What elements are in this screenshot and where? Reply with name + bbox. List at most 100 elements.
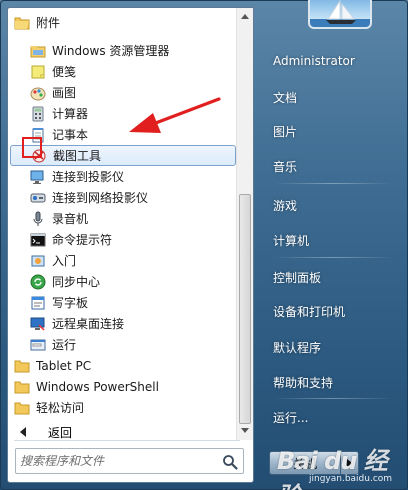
shutdown-options-button[interactable] xyxy=(341,451,359,475)
program-label: 连接到投影仪 xyxy=(52,170,125,184)
program-list: 附件 Windows 资源管理器 便笺 画图 计算器 记事本 截图工具 连接到投… xyxy=(8,8,236,440)
user-picture[interactable] xyxy=(308,0,372,29)
program-label: 入门 xyxy=(52,254,77,268)
program-item-sync-center[interactable]: 同步中心 xyxy=(10,271,236,292)
folder-icon xyxy=(14,400,30,416)
program-list-scrollbar[interactable] xyxy=(236,8,253,440)
back-button[interactable]: 返回 xyxy=(16,422,196,440)
right-item-label: 帮助和支持 xyxy=(273,375,334,390)
user-name: Administrator xyxy=(273,54,355,68)
watermark-url: jingyan.baidu.com xyxy=(309,474,393,484)
microphone-icon xyxy=(30,211,46,227)
divider xyxy=(14,440,240,441)
folder-open-icon xyxy=(14,15,30,31)
scroll-up-icon[interactable] xyxy=(241,14,249,19)
right-item-label: 运行... xyxy=(273,410,309,425)
right-item-music[interactable]: 音乐 xyxy=(265,153,400,179)
right-item-computer[interactable]: 计算机 xyxy=(265,227,400,253)
right-item-label: 文档 xyxy=(273,90,298,105)
search-input[interactable] xyxy=(20,452,216,470)
program-label: 同步中心 xyxy=(52,275,101,289)
folder-icon xyxy=(14,358,30,374)
program-item-network-projector[interactable]: 连接到网络投影仪 xyxy=(10,187,236,208)
run-icon xyxy=(30,337,46,353)
shutdown-label: 关机 xyxy=(292,456,317,471)
sticky-notes-icon xyxy=(30,64,46,80)
scroll-down-icon[interactable] xyxy=(241,428,249,433)
right-item-pictures[interactable]: 图片 xyxy=(265,118,400,144)
shutdown-button[interactable]: 关机 xyxy=(269,451,341,475)
search-box[interactable] xyxy=(15,448,244,474)
program-label: Windows PowerShell xyxy=(36,379,159,394)
right-item-help-support[interactable]: 帮助和支持 xyxy=(265,369,400,395)
program-label: Windows 资源管理器 xyxy=(52,44,170,58)
right-item-run[interactable]: 运行... xyxy=(265,404,400,430)
program-item-sticky-notes[interactable]: 便笺 xyxy=(10,61,236,82)
program-label: 写字板 xyxy=(52,296,89,310)
highlight-box xyxy=(22,137,42,158)
start-menu: 附件 Windows 资源管理器 便笺 画图 计算器 记事本 截图工具 连接到投… xyxy=(0,0,408,490)
program-label: 计算器 xyxy=(52,107,89,121)
program-label: 命令提示符 xyxy=(52,233,113,247)
right-item-label: 默认程序 xyxy=(273,340,322,355)
back-label: 返回 xyxy=(48,425,73,440)
sailboat-icon xyxy=(310,0,370,27)
folder-windows-powershell[interactable]: Windows PowerShell xyxy=(10,376,236,397)
program-label: Tablet PC xyxy=(36,358,92,373)
right-item-label: 游戏 xyxy=(273,198,298,213)
scroll-thumb[interactable] xyxy=(239,194,251,424)
program-label: 运行 xyxy=(52,338,77,352)
program-item-sound-recorder[interactable]: 录音机 xyxy=(10,208,236,229)
right-item-label: 控制面板 xyxy=(273,270,322,285)
calculator-icon xyxy=(30,106,46,122)
program-item-remote-desktop[interactable]: 远程桌面连接 xyxy=(10,313,236,334)
network-projector-icon xyxy=(30,190,46,206)
program-item-projector[interactable]: 连接到投影仪 xyxy=(10,166,236,187)
right-item-label: 设备和打印机 xyxy=(273,304,346,319)
command-prompt-icon xyxy=(30,232,46,248)
program-item-wordpad[interactable]: 写字板 xyxy=(10,292,236,313)
user-name-link[interactable]: Administrator xyxy=(265,48,400,74)
projector-icon xyxy=(30,169,46,185)
program-item-run[interactable]: 运行 xyxy=(10,334,236,355)
program-label: 远程桌面连接 xyxy=(52,317,125,331)
program-item-getting-started[interactable]: 入门 xyxy=(10,250,236,271)
right-item-label: 计算机 xyxy=(273,233,310,248)
program-item-calculator[interactable]: 计算器 xyxy=(10,103,236,124)
programs-pane: 附件 Windows 资源管理器 便笺 画图 计算器 记事本 截图工具 连接到投… xyxy=(7,7,254,483)
program-label: 便笺 xyxy=(52,65,77,79)
program-item-snipping-tool[interactable]: 截图工具 xyxy=(10,145,236,166)
folder-accessories[interactable]: 附件 xyxy=(10,12,236,33)
search-icon[interactable] xyxy=(221,453,239,471)
right-separator xyxy=(273,257,393,258)
right-item-default-programs[interactable]: 默认程序 xyxy=(265,334,400,360)
right-separator xyxy=(273,183,393,184)
program-label: 记事本 xyxy=(52,128,89,142)
folder-label: 附件 xyxy=(36,16,61,30)
wordpad-icon xyxy=(30,295,46,311)
sync-center-icon xyxy=(30,274,46,290)
folder-ease-of-access[interactable]: 轻松访问 xyxy=(10,397,236,418)
program-item-explorer[interactable]: Windows 资源管理器 xyxy=(10,40,236,61)
back-arrow-icon xyxy=(20,427,26,437)
right-item-games[interactable]: 游戏 xyxy=(265,192,400,218)
right-item-control-panel[interactable]: 控制面板 xyxy=(265,264,400,290)
folder-icon xyxy=(14,379,30,395)
right-separator xyxy=(273,398,393,399)
program-item-notepad[interactable]: 记事本 xyxy=(10,124,236,145)
folder-tablet-pc[interactable]: Tablet PC xyxy=(10,355,236,376)
paint-icon xyxy=(30,85,46,101)
right-item-label: 音乐 xyxy=(273,159,298,174)
program-item-command-prompt[interactable]: 命令提示符 xyxy=(10,229,236,250)
program-item-paint[interactable]: 画图 xyxy=(10,82,236,103)
chevron-right-icon xyxy=(347,459,352,467)
getting-started-icon xyxy=(30,253,46,269)
right-item-documents[interactable]: 文档 xyxy=(265,84,400,110)
right-item-devices-printers[interactable]: 设备和打印机 xyxy=(265,298,400,324)
program-label: 连接到网络投影仪 xyxy=(52,191,149,205)
program-label: 录音机 xyxy=(52,212,89,226)
program-label: 截图工具 xyxy=(53,149,102,163)
program-label: 画图 xyxy=(52,86,77,100)
shutdown-group: 关机 xyxy=(269,451,359,475)
explorer-icon xyxy=(30,43,46,59)
